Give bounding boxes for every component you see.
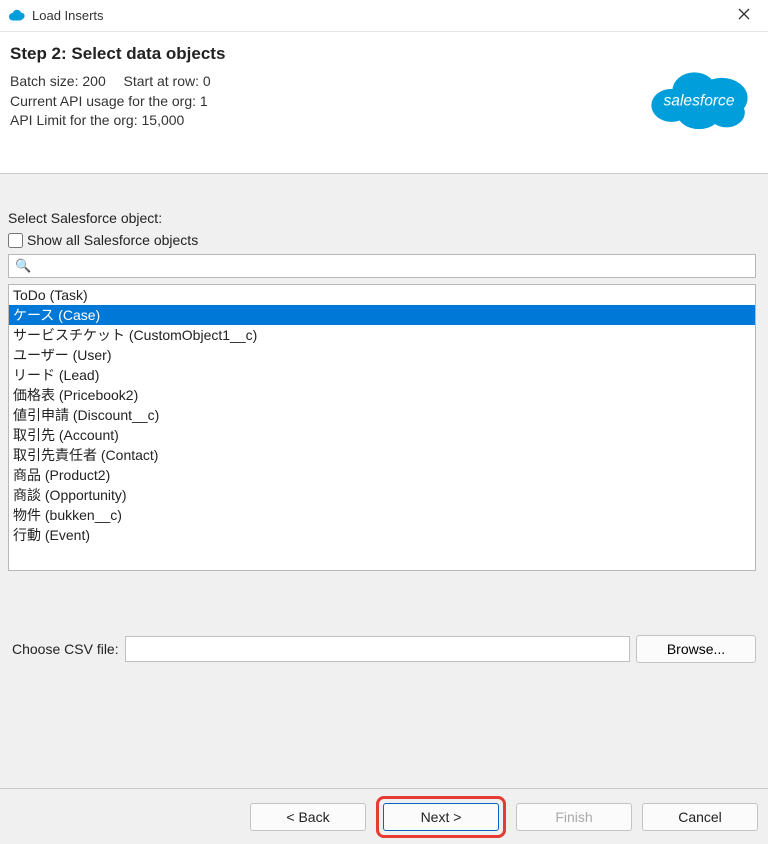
csv-row: Choose CSV file: Browse... [8, 635, 760, 663]
info-lines: Batch size: 200 Start at row: 0 Current … [10, 72, 754, 131]
body: Select Salesforce object: Show all Sales… [0, 174, 768, 788]
window-title: Load Inserts [32, 8, 728, 23]
cloud-icon [8, 9, 26, 23]
show-all-label: Show all Salesforce objects [27, 232, 198, 248]
list-item[interactable]: 商品 (Product2) [9, 465, 755, 485]
object-listbox[interactable]: ToDo (Task)ケース (Case)サービスチケット (CustomObj… [8, 284, 756, 571]
show-all-checkbox-row[interactable]: Show all Salesforce objects [8, 232, 760, 248]
browse-button[interactable]: Browse... [636, 635, 756, 663]
start-row-value: 0 [203, 73, 211, 89]
svg-text:salesforce: salesforce [664, 92, 735, 109]
finish-button: Finish [516, 803, 632, 831]
close-button[interactable] [728, 3, 760, 29]
step-title: Step 2: Select data objects [10, 44, 754, 64]
csv-label: Choose CSV file: [12, 641, 119, 657]
show-all-checkbox[interactable] [8, 233, 23, 248]
list-item[interactable]: 取引先責任者 (Contact) [9, 445, 755, 465]
api-limit-label: API Limit for the org: [10, 112, 138, 128]
search-box[interactable]: 🔍 [8, 254, 756, 278]
footer: < Back Next > Finish Cancel [0, 788, 768, 844]
api-limit-value: 15,000 [142, 112, 185, 128]
list-item[interactable]: サービスチケット (CustomObject1__c) [9, 325, 755, 345]
list-item[interactable]: 価格表 (Pricebook2) [9, 385, 755, 405]
list-item[interactable]: 取引先 (Account) [9, 425, 755, 445]
next-highlight: Next > [376, 796, 506, 838]
select-object-label: Select Salesforce object: [8, 210, 760, 226]
list-item[interactable]: ユーザー (User) [9, 345, 755, 365]
close-icon [738, 8, 750, 20]
cancel-button[interactable]: Cancel [642, 803, 758, 831]
list-item[interactable]: 商談 (Opportunity) [9, 485, 755, 505]
list-item[interactable]: リード (Lead) [9, 365, 755, 385]
list-item[interactable]: 値引申請 (Discount__c) [9, 405, 755, 425]
search-icon: 🔍 [15, 258, 31, 274]
csv-file-input[interactable] [125, 636, 630, 662]
title-bar: Load Inserts [0, 0, 768, 32]
api-usage-label: Current API usage for the org: [10, 93, 196, 109]
search-input[interactable] [35, 259, 749, 274]
list-item[interactable]: 行動 (Event) [9, 525, 755, 545]
back-button[interactable]: < Back [250, 803, 366, 831]
step-header: Step 2: Select data objects Batch size: … [0, 32, 768, 174]
api-usage-value: 1 [200, 93, 208, 109]
batch-size-label: Batch size: [10, 73, 78, 89]
start-row-label: Start at row: [124, 73, 199, 89]
next-button[interactable]: Next > [383, 803, 499, 831]
list-item[interactable]: ケース (Case) [9, 305, 755, 325]
batch-size-value: 200 [82, 73, 105, 89]
list-item[interactable]: ToDo (Task) [9, 285, 755, 305]
list-item[interactable]: 物件 (bukken__c) [9, 505, 755, 525]
salesforce-logo: salesforce [644, 58, 754, 138]
